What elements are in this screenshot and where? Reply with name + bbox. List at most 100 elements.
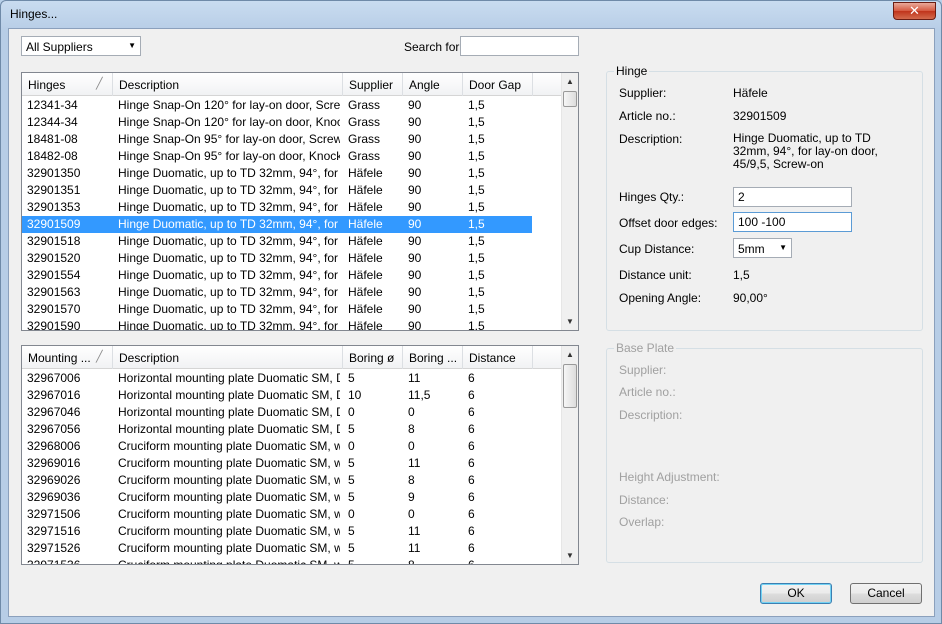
scroll-up-icon[interactable]: ▲ — [562, 73, 578, 90]
table-cell: 32971536 — [27, 558, 81, 565]
column-header-angle[interactable]: Angle — [403, 73, 463, 96]
table-cell: Häfele — [348, 251, 383, 265]
hinges-scrollbar[interactable]: ▲ ▼ — [561, 73, 578, 330]
table-row[interactable]: 32967016 Horizontal mounting plate Duomat… — [22, 387, 532, 404]
column-header-door-gap[interactable]: Door Gap — [463, 73, 533, 96]
table-cell: 1,5 — [468, 183, 485, 197]
table-row[interactable]: 32971536 Cruciform mounting plate Duomati… — [22, 557, 532, 565]
table-cell: Cruciform mounting plate Duomatic SM, wi… — [118, 439, 340, 453]
table-cell: 5 — [348, 524, 355, 538]
table-cell: 1,5 — [468, 166, 485, 180]
table-cell: 1,5 — [468, 115, 485, 129]
table-row[interactable]: 32967056 Horizontal mounting plate Duomat… — [22, 421, 532, 438]
table-cell: Hinge Duomatic, up to TD 32mm, 94°, for … — [118, 234, 340, 248]
table-row[interactable]: 32971506 Cruciform mounting plate Duomati… — [22, 506, 532, 523]
table-cell: 32901509 — [27, 217, 81, 231]
height-adjustment-label: Height Adjustment: — [619, 470, 720, 484]
table-row[interactable]: 32901520 Hinge Duomatic, up to TD 32mm, 9… — [22, 250, 532, 267]
table-cell: Grass — [348, 115, 381, 129]
table-row[interactable]: 12341-34 Hinge Snap-On 120° for lay-on do… — [22, 97, 532, 114]
column-header-description[interactable]: Description — [113, 346, 343, 369]
offset-door-edges-input[interactable] — [733, 212, 852, 232]
opening-angle-label: Opening Angle: — [619, 291, 702, 305]
column-header-boring-depth[interactable]: Boring ... — [403, 346, 463, 369]
table-cell: 90 — [408, 166, 422, 180]
table-cell: 32971516 — [27, 524, 81, 538]
table-cell: 1,5 — [468, 285, 485, 299]
search-label: Search for: — [404, 40, 463, 54]
chevron-down-icon: ▼ — [128, 41, 136, 50]
scroll-thumb[interactable] — [563, 91, 577, 107]
hinges-list[interactable]: Hinges ╱ Description Supplier Angle Door… — [21, 72, 579, 331]
table-row[interactable]: 32901590 Hinge Duomatic, up to TD 32mm, 9… — [22, 318, 532, 330]
table-row[interactable]: 32971516 Cruciform mounting plate Duomati… — [22, 523, 532, 540]
column-header-supplier[interactable]: Supplier — [343, 73, 403, 96]
table-cell: 11 — [408, 456, 421, 470]
ok-button[interactable]: OK — [760, 583, 832, 604]
scroll-down-icon[interactable]: ▼ — [562, 547, 578, 564]
cancel-button[interactable]: Cancel — [850, 583, 922, 604]
table-cell: 32901554 — [27, 268, 81, 282]
table-cell: 32901570 — [27, 302, 81, 316]
scroll-thumb[interactable] — [563, 364, 577, 408]
supplier-filter-select[interactable]: All Suppliers ▼ — [21, 36, 141, 56]
table-row[interactable]: 32969036 Cruciform mounting plate Duomati… — [22, 489, 532, 506]
table-row[interactable]: 32971526 Cruciform mounting plate Duomati… — [22, 540, 532, 557]
close-button[interactable]: ✕ — [893, 2, 936, 20]
table-cell: 5 — [348, 558, 355, 565]
table-cell: 11,5 — [408, 388, 431, 402]
table-row[interactable]: 32901563 Hinge Duomatic, up to TD 32mm, 9… — [22, 284, 532, 301]
cup-distance-value: 5mm — [738, 242, 765, 256]
table-row[interactable]: 32969016 Cruciform mounting plate Duomati… — [22, 455, 532, 472]
column-header-boring-diameter[interactable]: Boring ø — [343, 346, 403, 369]
scroll-up-icon[interactable]: ▲ — [562, 346, 578, 363]
table-cell: 8 — [408, 422, 415, 436]
scroll-down-icon[interactable]: ▼ — [562, 313, 578, 330]
table-cell: Cruciform mounting plate Duomatic SM, wi… — [118, 456, 340, 470]
table-cell: 5 — [348, 456, 355, 470]
table-cell: 6 — [468, 558, 475, 565]
table-cell: Häfele — [348, 183, 383, 197]
mounting-scrollbar[interactable]: ▲ ▼ — [561, 346, 578, 564]
table-row[interactable]: 32901353 Hinge Duomatic, up to TD 32mm, 9… — [22, 199, 532, 216]
table-cell: 0 — [408, 405, 415, 419]
table-row[interactable]: 32901509 Hinge Duomatic, up to TD 32mm, 9… — [22, 216, 532, 233]
close-icon: ✕ — [909, 3, 920, 18]
table-row[interactable]: 32968006 Cruciform mounting plate Duomati… — [22, 438, 532, 455]
mounting-plates-list[interactable]: Mounting ... ╱ Description Boring ø Bori… — [21, 345, 579, 565]
table-cell: 6 — [468, 524, 475, 538]
table-cell: 32901520 — [27, 251, 81, 265]
table-row[interactable]: 32969026 Cruciform mounting plate Duomati… — [22, 472, 532, 489]
table-row[interactable]: 18482-08 Hinge Snap-On 95° for lay-on doo… — [22, 148, 532, 165]
sort-icon: ╱ — [96, 78, 103, 90]
table-row[interactable]: 32901351 Hinge Duomatic, up to TD 32mm, 9… — [22, 182, 532, 199]
table-row[interactable]: 32901518 Hinge Duomatic, up to TD 32mm, 9… — [22, 233, 532, 250]
table-row[interactable]: 18481-08 Hinge Snap-On 95° for lay-on doo… — [22, 131, 532, 148]
table-row[interactable]: 32901570 Hinge Duomatic, up to TD 32mm, 9… — [22, 301, 532, 318]
table-cell: 10 — [348, 388, 362, 402]
table-row[interactable]: 12344-34 Hinge Snap-On 120° for lay-on do… — [22, 114, 532, 131]
table-cell: Cruciform mounting plate Duomatic SM, wi… — [118, 524, 340, 538]
table-cell: 90 — [408, 268, 422, 282]
column-header-description[interactable]: Description — [113, 73, 343, 96]
table-row[interactable]: 32967006 Horizontal mounting plate Duomat… — [22, 370, 532, 387]
description-value: Hinge Duomatic, up to TD 32mm, 94°, for … — [733, 131, 878, 171]
cup-distance-select[interactable]: 5mm ▼ — [733, 238, 792, 258]
table-cell: Häfele — [348, 217, 383, 231]
table-cell: 1,5 — [468, 132, 485, 146]
table-row[interactable]: 32967046 Horizontal mounting plate Duomat… — [22, 404, 532, 421]
title-bar[interactable]: Hinges... ✕ — [1, 1, 941, 27]
hinges-qty-input[interactable] — [733, 187, 852, 207]
article-value: 32901509 — [733, 109, 787, 123]
table-cell: Cruciform mounting plate Duomatic SM, wi… — [118, 473, 340, 487]
table-row[interactable]: 32901350 Hinge Duomatic, up to TD 32mm, 9… — [22, 165, 532, 182]
table-row[interactable]: 32901554 Hinge Duomatic, up to TD 32mm, 9… — [22, 267, 532, 284]
table-cell: Grass — [348, 98, 381, 112]
table-cell: 5 — [348, 422, 355, 436]
search-input[interactable] — [460, 36, 579, 56]
hinges-qty-label: Hinges Qty.: — [619, 190, 685, 204]
column-header-distance[interactable]: Distance — [463, 346, 533, 369]
table-cell: 5 — [348, 541, 355, 555]
base-plate-groupbox: Base Plate Supplier: Article no.: Descri… — [606, 341, 923, 563]
table-cell: 32971506 — [27, 507, 81, 521]
